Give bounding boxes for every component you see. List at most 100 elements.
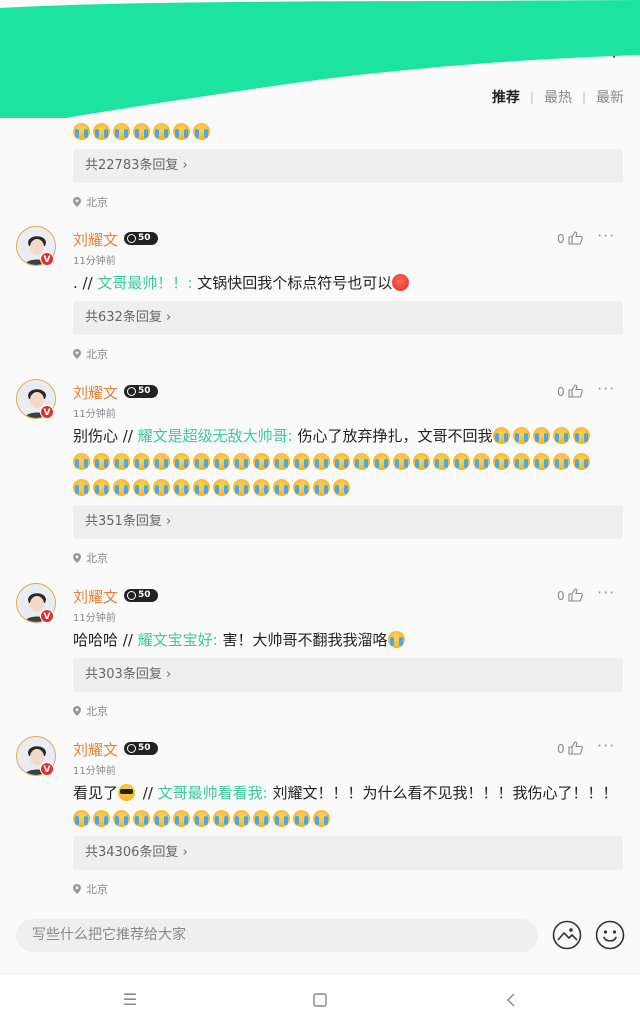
comment-count-label: 评论 353 [18, 88, 82, 106]
more-icon[interactable]: ⋮ [605, 40, 623, 61]
view-replies-button[interactable]: 共34306条回复 › [73, 836, 623, 870]
crying-emoji-icon [253, 479, 270, 496]
timestamp: 11分钟前 [73, 256, 116, 267]
more-icon[interactable]: ··· [597, 379, 615, 398]
like-count: 0 [557, 589, 565, 603]
level-badge: 50 [124, 385, 158, 398]
emoji-row [73, 806, 629, 832]
emoji-icon[interactable] [595, 920, 625, 950]
crying-emoji-icon [387, 631, 405, 648]
back-icon[interactable] [502, 990, 522, 1010]
home-icon[interactable] [310, 990, 330, 1010]
crying-emoji-icon [133, 479, 150, 496]
crying-emoji-icon [173, 123, 190, 140]
image-icon[interactable] [552, 920, 582, 950]
mention-link[interactable]: 耀文宝宝好: [138, 631, 218, 649]
menu-icon[interactable]: ☰ [120, 990, 140, 1010]
crying-emoji-icon [473, 453, 490, 470]
crying-emoji-icon [333, 453, 350, 470]
timestamp: 11分钟前 [73, 613, 116, 624]
timestamp: 11分钟前 [73, 766, 116, 777]
comment-body: 害！大帅哥不翻我我溜咯 [217, 631, 388, 649]
sort-tabs: 推荐 | 最热 | 最新 [492, 87, 624, 107]
crying-emoji-icon [273, 810, 290, 827]
view-replies-button[interactable]: 共22783条回复 › [73, 149, 623, 183]
comment-body: 刘耀文！！！为什么看不见我！！！我伤心了！！！ [267, 784, 618, 802]
location-pin-icon [73, 349, 81, 359]
crying-emoji-icon [293, 453, 310, 470]
crying-emoji-icon [233, 479, 250, 496]
username[interactable]: 刘耀文 [73, 586, 118, 607]
comments-header: 评论 353051 ⋮ 评论 353 推荐 | 最热 | 最新 [0, 0, 640, 118]
mention-link[interactable]: 耀文是超级无敌大帅哥: [138, 427, 293, 445]
crying-emoji-icon [553, 453, 570, 470]
comment-body: 文锅快回我个标点符号也可以 [192, 274, 393, 292]
crying-emoji-icon [293, 810, 310, 827]
crying-emoji-icon [492, 427, 510, 444]
crying-emoji-icon [173, 810, 190, 827]
angry-emoji-icon [392, 274, 410, 291]
thumbs-up-icon[interactable] [568, 231, 583, 245]
crying-emoji-icon [153, 479, 170, 496]
crying-emoji-icon [213, 453, 230, 470]
emoji-row [73, 449, 629, 475]
like-count: 0 [557, 742, 565, 756]
more-icon[interactable]: ··· [597, 226, 615, 245]
comment-input[interactable]: 写些什么把它推荐给大家 [16, 919, 538, 952]
crying-emoji-icon [73, 479, 90, 496]
crying-emoji-icon [453, 453, 470, 470]
crying-emoji-icon [113, 810, 130, 827]
crying-emoji-icon [153, 123, 170, 140]
username[interactable]: 刘耀文 [73, 739, 118, 760]
tab-hottest[interactable]: 最热 [544, 87, 572, 107]
location-label: 北京 [73, 881, 108, 897]
thumbs-up-icon[interactable] [568, 741, 583, 755]
crying-emoji-icon [193, 453, 210, 470]
view-replies-button[interactable]: 共351条回复 › [73, 505, 623, 539]
crying-emoji-icon [93, 479, 110, 496]
location-text: 北京 [86, 552, 108, 565]
comment-list: 共22783条回复 › 北京 V 刘耀文 50 11分钟前 0 ··· . //… [0, 118, 640, 913]
crying-emoji-icon [253, 453, 270, 470]
crying-emoji-icon [373, 453, 390, 470]
crying-emoji-icon [273, 453, 290, 470]
level-badge: 50 [124, 742, 158, 755]
thumbs-up-icon[interactable] [568, 384, 583, 398]
mention-link[interactable]: 文哥最帅！！: [97, 274, 192, 292]
like-count: 0 [557, 232, 565, 246]
crying-emoji-icon [93, 453, 110, 470]
page-title: 评论 353051 [258, 42, 382, 64]
crying-emoji-icon [193, 810, 210, 827]
thumbs-up-icon[interactable] [568, 588, 583, 602]
sunglasses-emoji-icon [118, 784, 136, 801]
crying-emoji-icon [93, 123, 110, 140]
crying-emoji-icon [293, 479, 310, 496]
crying-emoji-icon [133, 453, 150, 470]
crying-emoji-icon [133, 123, 150, 140]
more-icon[interactable]: ··· [597, 583, 615, 602]
view-replies-button[interactable]: 共303条回复 › [73, 658, 623, 692]
comment-prefix: 别伤心 // [73, 427, 138, 445]
more-icon[interactable]: ··· [597, 736, 615, 755]
tab-newest[interactable]: 最新 [596, 87, 624, 107]
location-label: 北京 [73, 703, 108, 719]
crying-emoji-icon [153, 453, 170, 470]
username[interactable]: 刘耀文 [73, 229, 118, 250]
comment-text: 哈哈哈 // 耀文宝宝好: 害！大帅哥不翻我我溜咯 [73, 627, 629, 653]
crying-emoji-icon [73, 453, 90, 470]
crying-emoji-icon [313, 453, 330, 470]
crying-emoji-icon [213, 810, 230, 827]
view-replies-button[interactable]: 共632条回复 › [73, 301, 623, 335]
tab-recommended[interactable]: 推荐 [492, 87, 520, 107]
verified-badge: V [40, 762, 54, 776]
location-label: 北京 [73, 550, 108, 566]
tab-separator: | [581, 90, 586, 104]
crying-emoji-icon [73, 810, 90, 827]
crying-emoji-icon [533, 453, 550, 470]
mention-link[interactable]: 文哥最帅看看我: [158, 784, 268, 802]
username[interactable]: 刘耀文 [73, 382, 118, 403]
tab-separator: | [529, 90, 534, 104]
crying-emoji-icon [113, 123, 130, 140]
comment-prefix: 哈哈哈 // [73, 631, 138, 649]
comment-prefix: 看见了 [73, 784, 119, 802]
